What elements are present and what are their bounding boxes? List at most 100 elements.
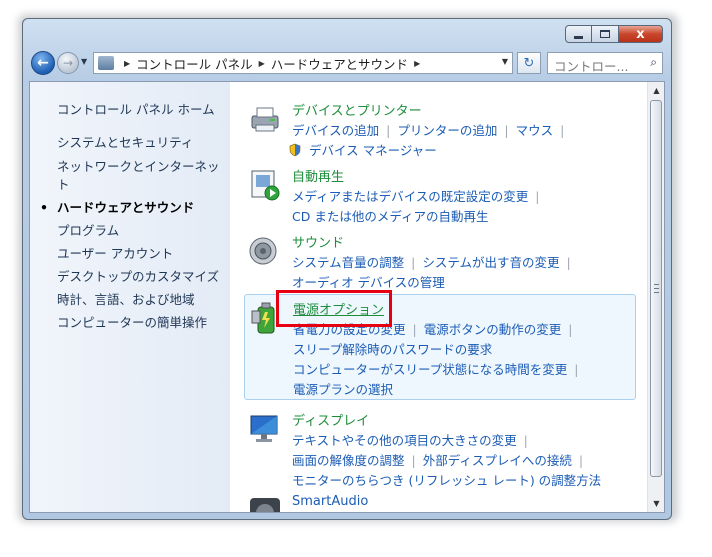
link-cd-autoplay[interactable]: CD または他のメディアの自動再生 — [292, 209, 488, 224]
category-sound: サウンド システム音量の調整 | システムが出す音の変更 | オーディオ デバイスの管… — [244, 228, 636, 291]
category-title-devices-printers[interactable]: デバイスとプリンター — [292, 100, 422, 119]
category-title-display[interactable]: ディスプレイ — [292, 410, 369, 429]
maximize-icon — [600, 30, 610, 38]
link-row: コンピューターがスリープ状態になる時間を変更 | — [293, 359, 585, 378]
link-require-password-on-wake[interactable]: スリープ解除時のパスワードの要求 — [293, 342, 492, 357]
link-adjust-refresh-rate[interactable]: モニターのちらつき (リフレッシュ レート) の調整方法 — [292, 473, 601, 488]
address-dropdown-icon[interactable]: ▼ — [502, 57, 508, 66]
link-separator: | — [574, 362, 579, 377]
link-row: デバイスの追加 | プリンターの追加 | マウス | — [292, 120, 571, 139]
category-display: ディスプレイ テキストやその他の項目の大きさの変更 | 画面の解像度の調整 | 外部デ… — [244, 406, 636, 489]
link-separator: | — [578, 453, 584, 468]
sidebar-item-clock-region[interactable]: 時計、言語、および地域 — [30, 290, 230, 313]
refresh-button[interactable]: ↻ — [517, 52, 541, 74]
highlight-annotation-box — [276, 290, 392, 327]
autoplay-icon — [251, 170, 280, 201]
uac-shield-icon — [288, 143, 309, 158]
search-input[interactable]: コントロー... ⌕ — [547, 52, 663, 74]
link-device-manager[interactable]: デバイス マネージャー — [309, 143, 437, 158]
link-separator: | — [386, 123, 391, 138]
control-panel-icon — [98, 56, 114, 70]
search-placeholder: コントロー... — [554, 59, 629, 74]
category-devices-printers: デバイスとプリンター デバイスの追加 | プリンターの追加 | マウス | デバイス マネ… — [244, 96, 636, 158]
monitor-icon — [250, 415, 278, 442]
breadcrumb-hardware-sound[interactable]: ハードウェアとサウンド — [271, 54, 408, 73]
category-title-autoplay[interactable]: 自動再生 — [292, 166, 344, 185]
link-separator: | — [411, 453, 416, 468]
link-manage-audio-devices[interactable]: オーディオ デバイスの管理 — [292, 275, 445, 290]
link-separator: | — [411, 255, 416, 270]
link-change-power-buttons[interactable]: 電源ボタンの動作の変更 — [424, 322, 562, 337]
minimize-button[interactable] — [565, 25, 592, 43]
link-row: システム音量の調整 | システムが出す音の変更 | — [292, 252, 578, 271]
link-adjust-resolution[interactable]: 画面の解像度の調整 — [292, 453, 405, 468]
back-arrow-icon: ← — [37, 55, 49, 71]
sidebar: コントロール パネル ホーム システムとセキュリティ ネットワークとインターネッ… — [30, 82, 230, 512]
category-autoplay: 自動再生 メディアまたはデバイスの既定設定の変更 | CD または他のメディアの自… — [244, 162, 636, 225]
forward-arrow-icon: → — [62, 56, 74, 70]
address-bar[interactable]: ▶ コントロール パネル ▶ ハードウェアとサウンド ▶ ▼ — [93, 52, 513, 74]
smartaudio-icon — [250, 498, 280, 512]
link-row: 電源プランの選択 — [293, 379, 393, 398]
category-list: デバイスとプリンター デバイスの追加 | プリンターの追加 | マウス | デバイス マネ… — [230, 82, 648, 512]
link-row: オーディオ デバイスの管理 — [292, 272, 445, 291]
sidebar-item-hardware-sound: ハードウェアとサウンド — [30, 198, 230, 221]
link-mouse[interactable]: マウス — [516, 123, 554, 138]
scroll-thumb[interactable] — [650, 100, 662, 477]
navigation-bar: ← → ▼ ▶ コントロール パネル ▶ ハードウェアとサウンド ▶ ▼ ↻ コ… — [29, 49, 665, 77]
sidebar-item-home[interactable]: コントロール パネル ホーム — [30, 100, 230, 123]
close-button[interactable]: x — [619, 25, 663, 43]
back-button[interactable]: ← — [31, 51, 55, 75]
sidebar-item-network[interactable]: ネットワークとインターネット — [30, 156, 220, 198]
speaker-icon — [249, 237, 277, 265]
printer-icon — [251, 107, 279, 132]
link-separator: | — [560, 123, 565, 138]
scroll-grip-icon — [654, 284, 659, 293]
breadcrumb-chevron-icon[interactable]: ▶ — [414, 59, 420, 68]
link-change-system-sounds[interactable]: システムが出す音の変更 — [422, 255, 559, 270]
sidebar-item-system-security[interactable]: システムとセキュリティ — [30, 133, 230, 156]
link-row: 画面の解像度の調整 | 外部ディスプレイへの接続 | — [292, 450, 590, 469]
search-icon[interactable]: ⌕ — [650, 55, 657, 70]
breadcrumb-chevron-icon[interactable]: ▶ — [259, 59, 265, 68]
link-separator: | — [504, 123, 509, 138]
link-separator: | — [535, 189, 540, 204]
breadcrumb-chevron-icon[interactable]: ▶ — [124, 59, 130, 68]
vertical-scrollbar[interactable]: ▲ ▼ — [647, 82, 664, 512]
sidebar-item-ease-of-access[interactable]: コンピューターの簡単操作 — [30, 313, 230, 336]
link-separator: | — [523, 433, 528, 448]
category-smartaudio: SmartAudio — [244, 492, 636, 512]
link-separator: | — [568, 322, 573, 337]
link-row: スリープ解除時のパスワードの要求 — [293, 339, 492, 358]
caption-buttons: x — [565, 25, 663, 43]
sidebar-item-appearance[interactable]: デスクトップのカスタマイズ — [30, 267, 230, 290]
category-title-sound[interactable]: サウンド — [292, 232, 344, 251]
link-choose-power-plan[interactable]: 電源プランの選択 — [293, 382, 393, 397]
link-change-text-size[interactable]: テキストやその他の項目の大きさの変更 — [292, 433, 517, 448]
category-title-smartaudio[interactable]: SmartAudio — [292, 494, 368, 509]
breadcrumb-control-panel[interactable]: コントロール パネル — [136, 54, 252, 73]
scroll-down-icon[interactable]: ▼ — [648, 495, 665, 512]
link-separator: | — [412, 322, 417, 337]
link-connect-external-display[interactable]: 外部ディスプレイへの接続 — [423, 453, 572, 468]
link-change-sleep-time[interactable]: コンピューターがスリープ状態になる時間を変更 — [293, 362, 567, 377]
link-adjust-volume[interactable]: システム音量の調整 — [292, 255, 404, 270]
close-icon: x — [636, 26, 645, 42]
forward-button[interactable]: → — [57, 52, 79, 74]
link-add-device[interactable]: デバイスの追加 — [292, 123, 379, 138]
scroll-up-icon[interactable]: ▲ — [648, 82, 665, 99]
maximize-button[interactable] — [592, 25, 619, 43]
sidebar-item-programs[interactable]: プログラム — [30, 221, 230, 244]
minimize-icon — [574, 35, 583, 39]
link-row: テキストやその他の項目の大きさの変更 | — [292, 430, 535, 449]
recent-pages-dropdown[interactable]: ▼ — [81, 57, 87, 66]
control-panel-window: x ← → ▼ ▶ コントロール パネル ▶ ハードウェアとサウンド ▶ ▼ ↻… — [22, 18, 672, 520]
refresh-icon: ↻ — [523, 55, 535, 71]
link-change-default-settings[interactable]: メディアまたはデバイスの既定設定の変更 — [292, 189, 528, 204]
link-row: デバイス マネージャー — [288, 140, 437, 159]
link-add-printer[interactable]: プリンターの追加 — [397, 123, 497, 138]
link-row: モニターのちらつき (リフレッシュ レート) の調整方法 — [292, 470, 601, 489]
link-row: CD または他のメディアの自動再生 — [292, 206, 488, 225]
sidebar-item-user-accounts[interactable]: ユーザー アカウント — [30, 244, 230, 267]
content-area: コントロール パネル ホーム システムとセキュリティ ネットワークとインターネッ… — [29, 81, 665, 513]
